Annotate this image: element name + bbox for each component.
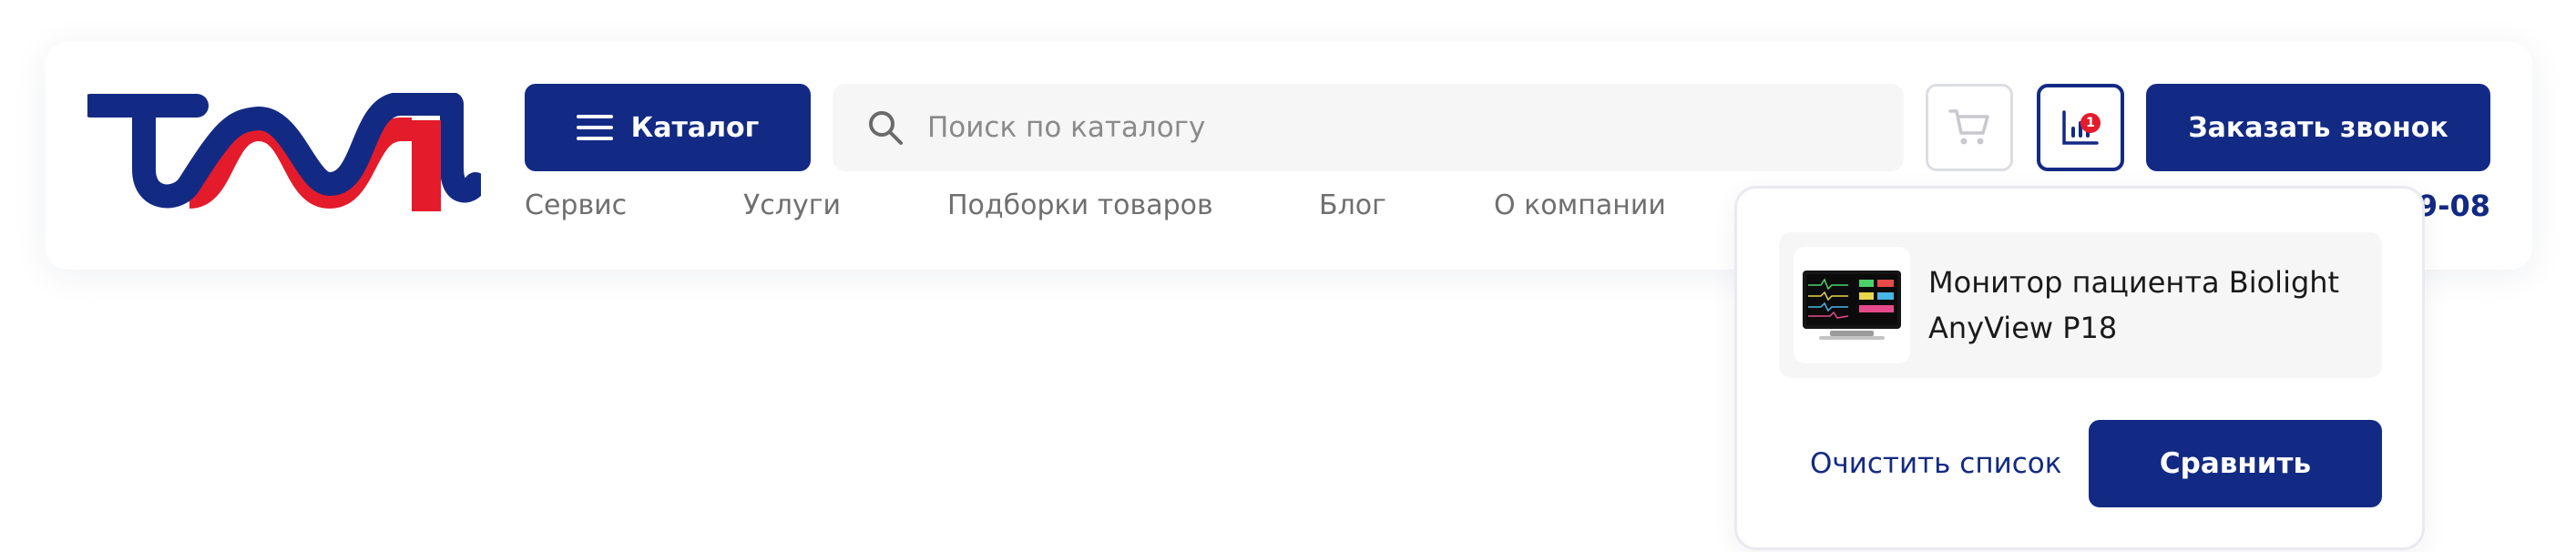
logo-red-block [412, 120, 441, 211]
compare-item-title[interactable]: Монитор пациента Biolight AnyView P18 [1928, 260, 2356, 351]
nav-item-services[interactable]: Услуги [743, 189, 841, 221]
clear-list-link[interactable]: Очистить список [1810, 447, 2062, 480]
nav-item-blog[interactable]: Блог [1319, 189, 1386, 221]
menu-icon [576, 115, 613, 140]
cart-icon [1948, 109, 1989, 145]
order-call-button[interactable]: Заказать звонок [2146, 84, 2490, 171]
search-input[interactable] [925, 110, 1749, 145]
search-bar[interactable] [833, 84, 1904, 171]
cart-button[interactable] [1926, 84, 2013, 171]
catalog-button[interactable]: Каталог [525, 84, 811, 171]
nav-item-about[interactable]: О компании [1494, 189, 1666, 221]
catalog-button-label: Каталог [630, 111, 760, 144]
compare-list-item[interactable]: Монитор пациента Biolight AnyView P18 [1779, 232, 2382, 378]
compare-products-button[interactable]: Сравнить [2089, 420, 2382, 507]
product-thumbnail [1794, 247, 1910, 363]
trim-logo[interactable] [87, 93, 481, 215]
compare-count-badge: 1 [2080, 113, 2101, 133]
search-icon [869, 111, 903, 145]
patient-monitor-image [1803, 271, 1901, 340]
nav-item-service[interactable]: Сервис [525, 189, 627, 221]
compare-button[interactable]: 1 [2037, 84, 2124, 171]
nav-item-collections[interactable]: Подборки товаров [947, 189, 1213, 221]
compare-dropdown: Монитор пациента Biolight AnyView P18 Оч… [1734, 186, 2425, 550]
